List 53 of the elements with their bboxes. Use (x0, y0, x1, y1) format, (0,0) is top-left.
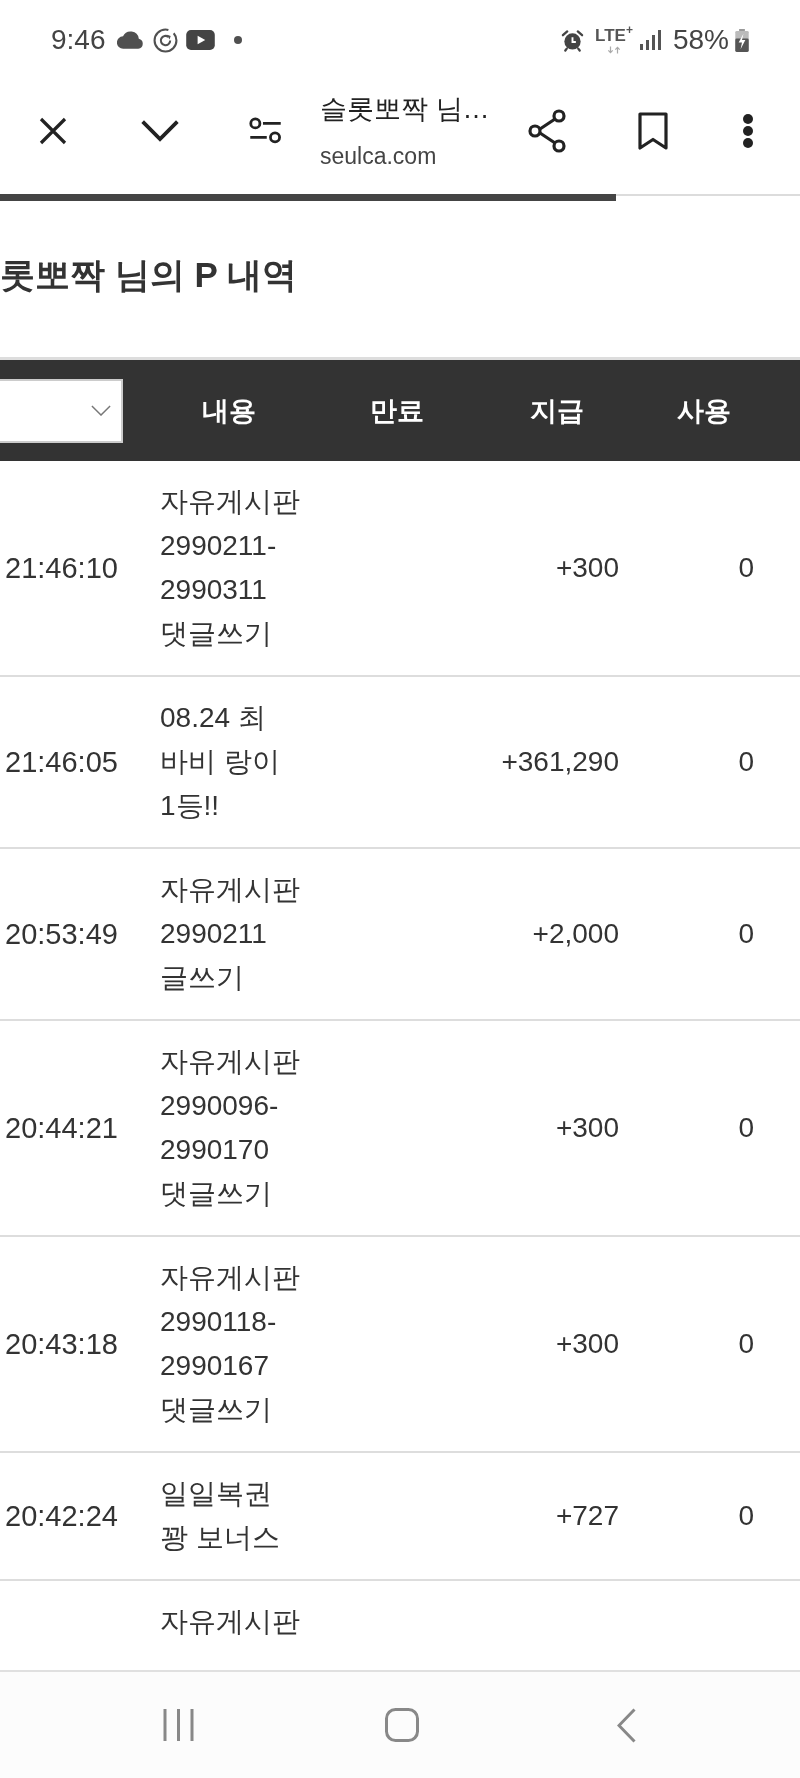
used-amount-cell-text: 0 (738, 551, 754, 585)
close-icon[interactable] (37, 115, 69, 147)
column-header: 내용 (202, 394, 256, 428)
content-cell-text: 자유게시판 2990096-2990170 댓글쓰기 (160, 1045, 301, 1211)
time-cell-text: 20:43:18 (5, 1327, 118, 1362)
time-cell-text: 20:42:24 (5, 1499, 118, 1534)
column-header: 지급 (530, 394, 584, 428)
battery-charging-icon (735, 28, 749, 52)
paid-amount-cell-text: +2,000 (532, 917, 619, 951)
more-options-icon[interactable] (742, 113, 754, 149)
alarm-icon (561, 28, 585, 52)
clock-time: 9:46 (51, 24, 106, 56)
time-cell-text: 20:53:49 (5, 917, 118, 952)
share-icon[interactable] (527, 109, 567, 153)
time-cell-text: 21:46:05 (5, 745, 118, 780)
page-heading: 롯뽀짝 님의 P 내역 (0, 254, 298, 296)
content-cell-text: 자유게시판 2990211-2990311 댓글쓰기 (160, 485, 301, 651)
paid-amount-cell-text: +300 (555, 551, 619, 585)
used-amount-cell-text: 0 (738, 1111, 754, 1145)
recent-apps-icon[interactable] (163, 1708, 194, 1742)
battery-percentage: 58% (672, 24, 729, 56)
used-amount-cell-text: 0 (738, 1499, 754, 1533)
column-header: 사용 (677, 394, 731, 428)
used-amount-cell-text: 0 (738, 917, 754, 951)
content-cell-text: 일일복권 꽝 보너스 (160, 1477, 281, 1555)
time-cell-text: 21:46:10 (5, 551, 118, 586)
data-arrows-icon (607, 45, 621, 54)
column-header: 만료 (370, 394, 424, 428)
chevron-down-icon (91, 405, 111, 416)
content-cell-text: 자유게시판 (160, 1605, 300, 1639)
back-icon[interactable] (617, 1707, 636, 1743)
content-cell-text: 자유게시판 2990211 글쓰기 (160, 873, 301, 995)
content-cell-text: 08.24 최 바비 랑이 1등!! (160, 701, 281, 823)
browser-page-title: 슬롯뽀짝 님… (320, 93, 490, 126)
paid-amount-cell-text: +300 (555, 1327, 619, 1361)
time-cell-text: 20:44:21 (5, 1111, 118, 1146)
sync-icon (152, 27, 178, 53)
notification-dot-icon (233, 36, 242, 44)
paid-amount-cell-text: +300 (555, 1111, 619, 1145)
chevron-down-icon[interactable] (140, 119, 180, 143)
play-icon (185, 30, 215, 50)
paid-amount-cell-text: +361,290 (501, 745, 619, 779)
used-amount-cell-text: 0 (738, 745, 754, 779)
page-settings-icon[interactable] (249, 117, 282, 145)
signal-icon (639, 30, 661, 50)
home-icon[interactable] (385, 1708, 419, 1742)
content-cell-text: 자유게시판 2990118-2990167 댓글쓰기 (160, 1261, 301, 1427)
paid-amount-cell-text: +727 (555, 1499, 619, 1533)
bookmark-icon[interactable] (638, 111, 668, 151)
cloud-icon (116, 31, 144, 49)
browser-page-url: seulca.com (320, 142, 437, 171)
network-type-label: LTE$^{+}$ (595, 26, 633, 45)
used-amount-cell-text: 0 (738, 1327, 754, 1361)
